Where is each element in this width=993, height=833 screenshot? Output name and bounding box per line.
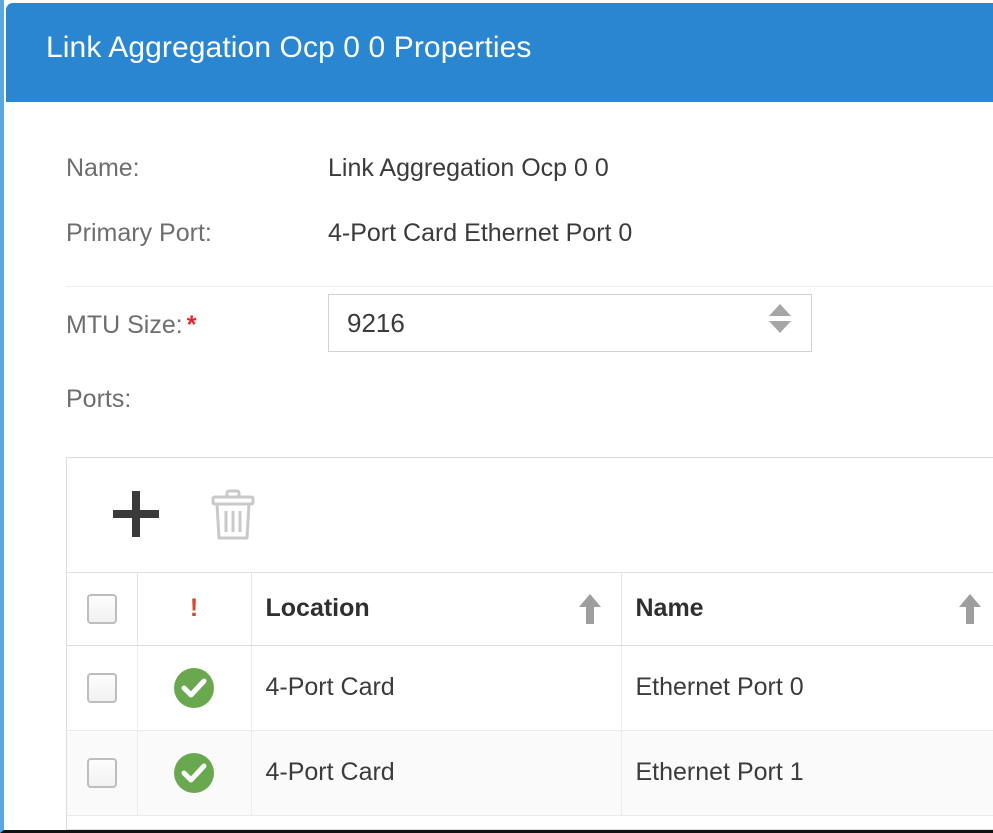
- table-row[interactable]: 4-Port Card Ethernet Port 0: [67, 645, 993, 731]
- row-location-cell: 4-Port Card: [251, 730, 622, 816]
- row-select-checkbox[interactable]: [86, 757, 117, 788]
- row-select-cell[interactable]: [67, 645, 138, 731]
- status-ok-icon: [172, 666, 216, 710]
- properties-dialog-window: Link Aggregation Ocp 0 0 Properties Name…: [0, 0, 993, 833]
- add-port-button[interactable]: [107, 485, 165, 543]
- sort-ascending-icon[interactable]: [957, 592, 983, 626]
- column-header-name-label: Name: [635, 594, 704, 623]
- form-divider: [66, 286, 993, 287]
- stepper-up-icon[interactable]: [769, 304, 791, 316]
- column-header-name[interactable]: Name: [621, 573, 993, 646]
- status-ok-icon: [172, 751, 216, 795]
- column-header-status[interactable]: !: [137, 573, 252, 646]
- ports-table: ! Location Name 4-Port Card Ethernet Por…: [67, 573, 993, 816]
- row-name-cell: Ethernet Port 1: [621, 730, 993, 816]
- dialog-body: Name: Link Aggregation Ocp 0 0 Primary P…: [8, 102, 993, 830]
- stepper-down-icon[interactable]: [769, 321, 791, 333]
- table-header-row: ! Location Name: [67, 573, 993, 646]
- mtu-size-input[interactable]: [329, 295, 749, 351]
- row-status-cell: [137, 730, 252, 816]
- ports-panel: ! Location Name 4-Port Card Ethernet Por…: [66, 457, 993, 830]
- name-label: Name:: [66, 154, 140, 182]
- dialog-title: Link Aggregation Ocp 0 0 Properties: [46, 31, 532, 64]
- row-select-checkbox[interactable]: [86, 672, 117, 703]
- mtu-size-label: MTU Size: *: [66, 311, 196, 340]
- required-asterisk: *: [186, 311, 197, 339]
- mtu-size-label-text: MTU Size:: [66, 311, 183, 339]
- sort-ascending-icon[interactable]: [577, 592, 603, 626]
- row-status-cell: [137, 645, 252, 731]
- primary-port-label: Primary Port:: [66, 219, 212, 247]
- mtu-size-stepper[interactable]: [769, 304, 795, 344]
- primary-port-value: 4-Port Card Ethernet Port 0: [328, 219, 633, 247]
- row-select-cell[interactable]: [67, 730, 138, 816]
- row-location-cell: 4-Port Card: [251, 645, 622, 731]
- column-header-location[interactable]: Location: [251, 573, 622, 646]
- name-value: Link Aggregation Ocp 0 0: [328, 154, 609, 182]
- delete-port-button[interactable]: [207, 488, 259, 542]
- select-all-checkbox[interactable]: [86, 593, 117, 624]
- table-row[interactable]: 4-Port Card Ethernet Port 1: [67, 730, 993, 816]
- ports-section-label: Ports:: [66, 385, 132, 413]
- mtu-size-input-wrapper[interactable]: [328, 294, 812, 352]
- ports-toolbar: [67, 458, 993, 573]
- dialog-title-bar: Link Aggregation Ocp 0 0 Properties: [6, 3, 993, 102]
- column-header-location-label: Location: [265, 594, 370, 623]
- row-name-cell: Ethernet Port 0: [621, 645, 993, 731]
- column-header-select[interactable]: [67, 573, 138, 646]
